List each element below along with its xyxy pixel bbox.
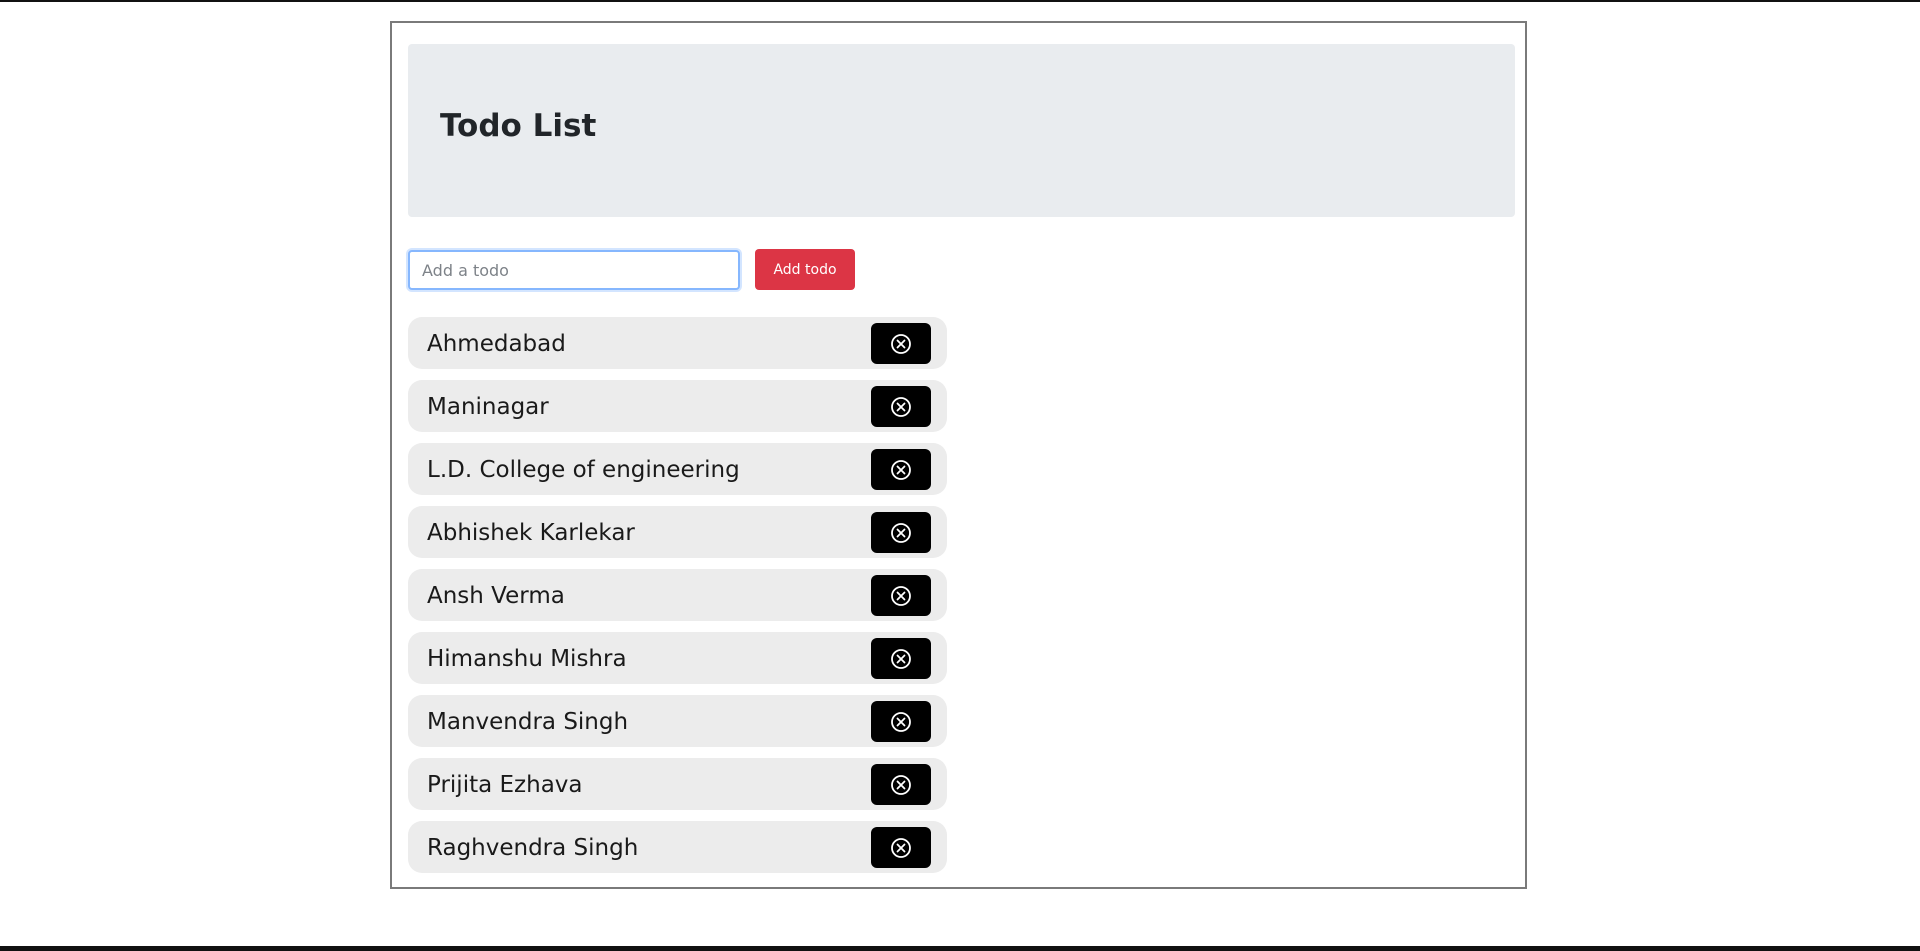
x-circle-icon [890,333,912,355]
todo-text: L.D. College of engineering [427,457,740,483]
todo-item: Himanshu Mishra [408,632,947,684]
todo-item: Manvendra Singh [408,695,947,747]
add-todo-input[interactable] [408,250,740,290]
todo-item: Ahmedabad [408,317,947,369]
delete-todo-button[interactable] [871,512,931,553]
todo-text: Himanshu Mishra [427,646,627,672]
x-circle-icon [890,837,912,859]
x-circle-icon [890,522,912,544]
delete-todo-button[interactable] [871,701,931,742]
x-circle-icon [890,648,912,670]
delete-todo-button[interactable] [871,323,931,364]
todo-text: Raghvendra Singh [427,835,639,861]
page-title: Todo List [440,108,597,144]
window-bottom-border [0,946,1920,951]
todo-app-container: Todo List Add todo Ahmedabad Maninagar L… [390,21,1527,889]
todo-text: Ahmedabad [427,331,566,357]
todo-text: Prijita Ezhava [427,772,583,798]
todo-text: Ansh Verma [427,583,565,609]
x-circle-icon [890,774,912,796]
add-todo-button[interactable]: Add todo [755,249,855,290]
x-circle-icon [890,396,912,418]
todo-item: Prijita Ezhava [408,758,947,810]
x-circle-icon [890,585,912,607]
todo-item: L.D. College of engineering [408,443,947,495]
todo-item: Raghvendra Singh [408,821,947,873]
todo-item: Ansh Verma [408,569,947,621]
todo-item: Abhishek Karlekar [408,506,947,558]
delete-todo-button[interactable] [871,827,931,868]
todo-text: Manvendra Singh [427,709,629,735]
delete-todo-button[interactable] [871,638,931,679]
delete-todo-button[interactable] [871,575,931,616]
window-top-border [0,0,1920,2]
header-banner: Todo List [408,44,1515,217]
delete-todo-button[interactable] [871,449,931,490]
todo-item: Maninagar [408,380,947,432]
todo-text: Maninagar [427,394,549,420]
delete-todo-button[interactable] [871,386,931,427]
delete-todo-button[interactable] [871,764,931,805]
x-circle-icon [890,711,912,733]
x-circle-icon [890,459,912,481]
todo-list: Ahmedabad Maninagar L.D. College of engi… [408,317,947,884]
todo-text: Abhishek Karlekar [427,520,635,546]
